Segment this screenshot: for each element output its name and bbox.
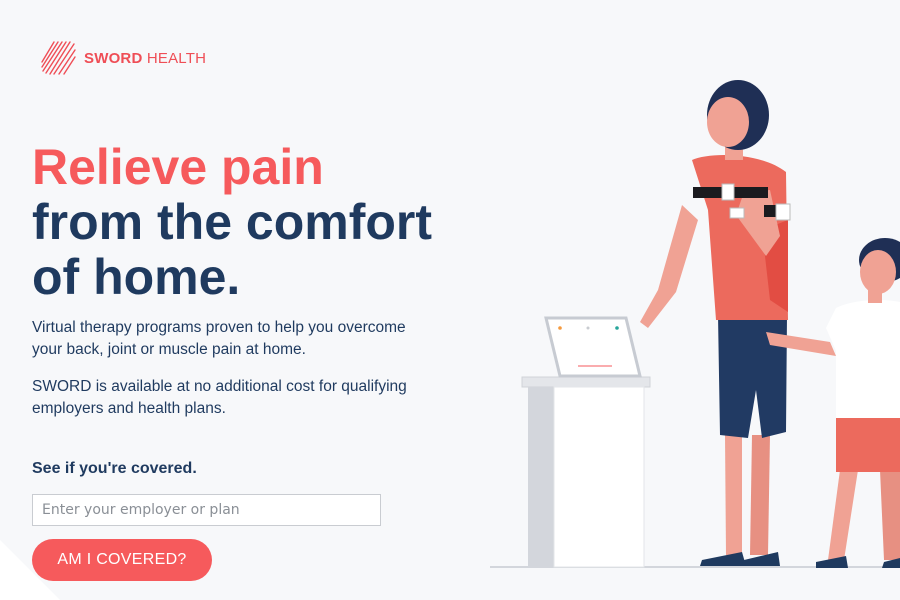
headline-line-3: of home. [32, 249, 241, 305]
description-paragraph-1: Virtual therapy programs proven to help … [32, 319, 406, 358]
headline-line-2: from the comfort [32, 194, 432, 250]
stand-body [553, 386, 645, 568]
stand-top [521, 376, 651, 388]
hero-headline: Relieve pain from the comfort of home. [32, 140, 432, 305]
woman-figure [640, 80, 791, 566]
sword-logo-icon [41, 41, 76, 75]
stand-leg [528, 387, 554, 567]
tablet-dot-orange [558, 326, 562, 330]
brand-name-light: HEALTH [142, 49, 207, 67]
sensor-2 [729, 207, 745, 219]
brand-logo[interactable]: SWORD HEALTH [40, 40, 206, 76]
am-i-covered-button[interactable]: AM I COVERED? [32, 539, 212, 581]
sensor-1 [721, 183, 735, 201]
description-paragraph-2: SWORD is available at no additional cost… [32, 378, 407, 417]
coverage-label: See if you're covered. [32, 460, 197, 477]
tablet-on-stand [521, 316, 651, 568]
sensor-3 [775, 203, 791, 221]
tablet-dot-grey [586, 326, 590, 330]
headline-accent: Relieve pain [32, 139, 324, 195]
brand-name-bold: SWORD [84, 49, 143, 67]
tablet-dot-teal [615, 326, 619, 330]
therapy-illustration [490, 80, 900, 568]
employer-search-input[interactable] [32, 494, 381, 526]
brand-name: SWORD HEALTH [84, 50, 206, 67]
